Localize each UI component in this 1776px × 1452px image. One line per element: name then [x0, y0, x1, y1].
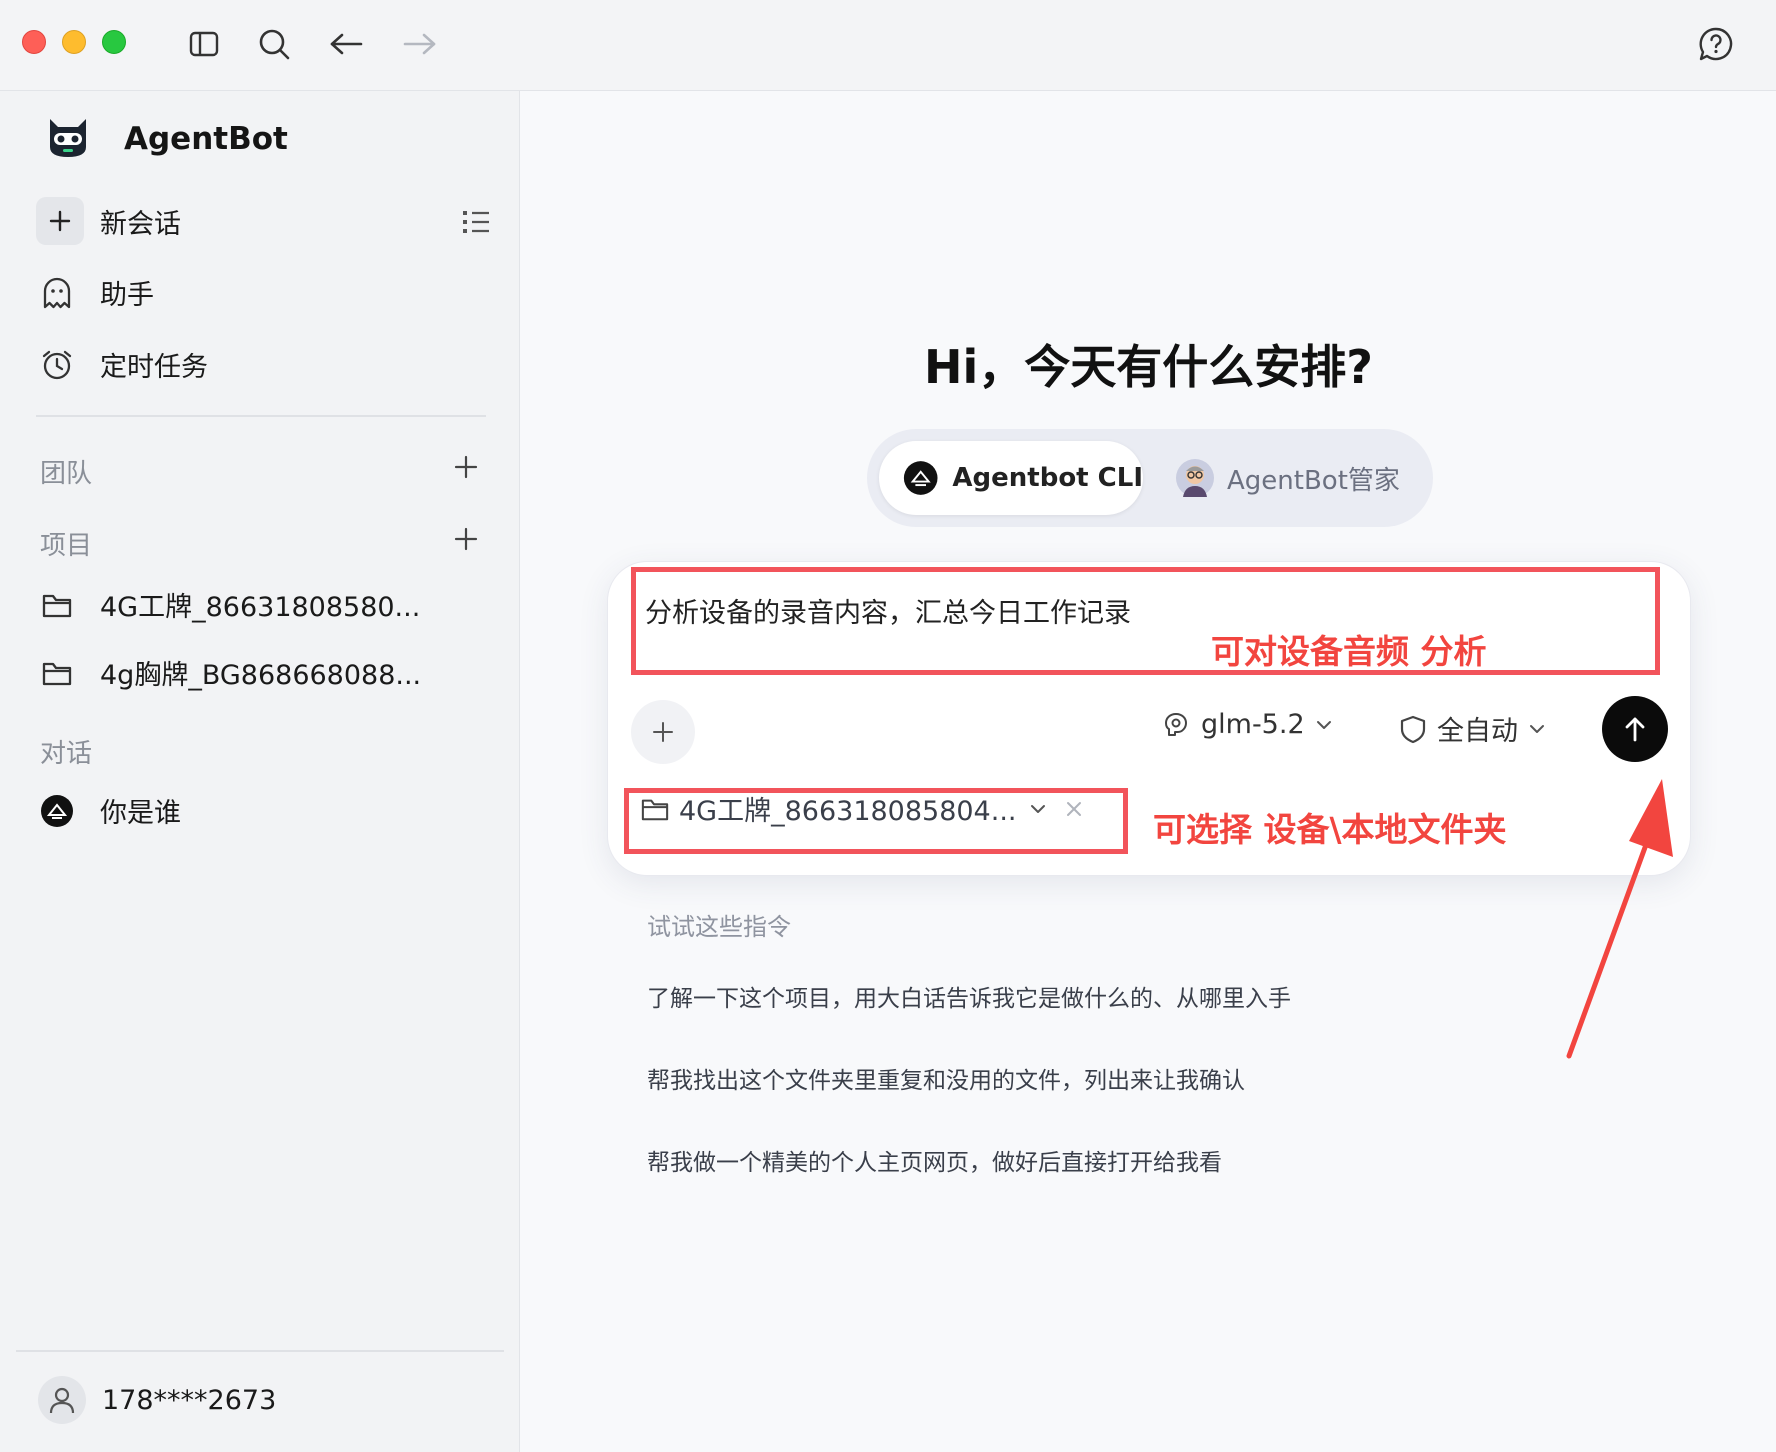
annotation-box-folder [624, 788, 1128, 854]
agent-selector: Agentbot CLI AgentBot管家 [867, 429, 1433, 527]
sidebar-item-project[interactable]: 4G工牌_86631808580... [36, 585, 420, 624]
zoom-window-button[interactable] [102, 30, 126, 54]
section-team-label: 团队 [40, 459, 93, 489]
project-label: 4G工牌_86631808580... [100, 592, 421, 623]
suggestion-item[interactable]: 帮我做一个精美的个人主页网页，做好后直接打开给我看 [647, 1143, 1222, 1177]
agent-option-butler[interactable]: AgentBot管家 [1175, 441, 1400, 515]
user-avatar-icon [38, 1376, 86, 1424]
project-label: 4g胸牌_BG868668088... [100, 660, 422, 691]
agent-option-cli[interactable]: Agentbot CLI [879, 441, 1143, 515]
arrow-up-icon [1625, 717, 1645, 742]
agentbot-cli-icon [40, 794, 74, 828]
sidebar-bottom-divider [16, 1350, 504, 1352]
plus-icon [36, 197, 84, 245]
mode-label: 全自动 [1437, 716, 1518, 747]
sidebar-item-scheduled-tasks[interactable]: 定时任务 [36, 345, 208, 384]
agent-option-label: Agentbot CLI [952, 463, 1143, 493]
butler-avatar-icon [1176, 459, 1214, 497]
app-name: AgentBot [124, 121, 288, 157]
attach-button[interactable] [631, 700, 695, 764]
list-view-icon[interactable] [462, 209, 490, 235]
sidebar-item-label: 定时任务 [100, 352, 208, 383]
new-chat-button[interactable]: 新会话 [36, 197, 181, 245]
search-icon[interactable] [256, 26, 292, 62]
sidebar-item-label: 助手 [100, 280, 154, 311]
minimize-window-button[interactable] [62, 30, 86, 54]
sidebar-toggle-icon[interactable] [186, 26, 222, 62]
sidebar-divider [36, 415, 486, 417]
title-bar [0, 0, 1776, 91]
annotation-folder-text: 可选择 设备\本地文件夹 [1153, 810, 1507, 849]
brain-icon [1165, 712, 1187, 736]
add-team-plus-icon[interactable] [454, 455, 482, 483]
user-account[interactable]: 178****2673 [38, 1376, 276, 1424]
chevron-down-icon [1530, 724, 1544, 733]
section-conversations-label: 对话 [40, 739, 93, 769]
alarm-clock-icon [40, 348, 74, 382]
suggestion-item[interactable]: 帮我找出这个文件夹里重复和没用的文件，列出来让我确认 [647, 1061, 1245, 1095]
bot-logo-icon [50, 119, 86, 157]
main-panel: Hi，今天有什么安排? Agentbot CLI AgentBot管家 分析设备… [521, 91, 1776, 1452]
conversation-label: 你是谁 [100, 798, 181, 829]
close-window-button[interactable] [22, 30, 46, 54]
suggestion-item[interactable]: 了解一下这个项目，用大白话告诉我它是做什么的、从哪里入手 [647, 979, 1291, 1013]
help-icon[interactable] [1698, 26, 1734, 62]
sidebar-item-assistant[interactable]: 助手 [36, 273, 154, 312]
sidebar-item-project[interactable]: 4g胸牌_BG868668088... [36, 653, 421, 692]
model-label: glm-5.2 [1201, 709, 1305, 740]
annotation-box-input [631, 567, 1660, 675]
page-title: Hi，今天有什么安排? [924, 340, 1373, 394]
folder-icon [40, 656, 74, 690]
agentbot-cli-icon [903, 461, 938, 495]
model-selector[interactable]: glm-5.2 [1161, 709, 1333, 740]
annotation-audio-text: 可对设备音频 分析 [1211, 632, 1487, 671]
section-projects-label: 项目 [40, 531, 93, 561]
annotation-arrow-icon [1566, 779, 1673, 1059]
back-arrow-icon[interactable] [328, 26, 364, 62]
sidebar-item-conversation[interactable]: 你是谁 [36, 791, 181, 830]
chevron-down-icon [1316, 720, 1331, 729]
plus-icon [653, 722, 673, 742]
user-phone: 178****2673 [102, 1384, 277, 1416]
new-chat-label: 新会话 [100, 208, 181, 240]
ghost-icon [40, 276, 74, 310]
sidebar: AgentBot 新会话 助手 定时任务 团队 项目 4G工牌_86631808… [0, 91, 520, 1452]
app-logo [44, 113, 92, 161]
add-project-plus-icon[interactable] [454, 527, 482, 555]
agent-option-label: AgentBot管家 [1227, 465, 1400, 496]
send-button[interactable] [1602, 696, 1668, 762]
mode-selector[interactable]: 全自动 [1399, 709, 1546, 748]
forward-arrow-icon[interactable] [402, 26, 438, 62]
folder-icon [40, 588, 74, 622]
shield-icon [1400, 715, 1426, 743]
suggestions-title: 试试这些指令 [647, 913, 791, 941]
